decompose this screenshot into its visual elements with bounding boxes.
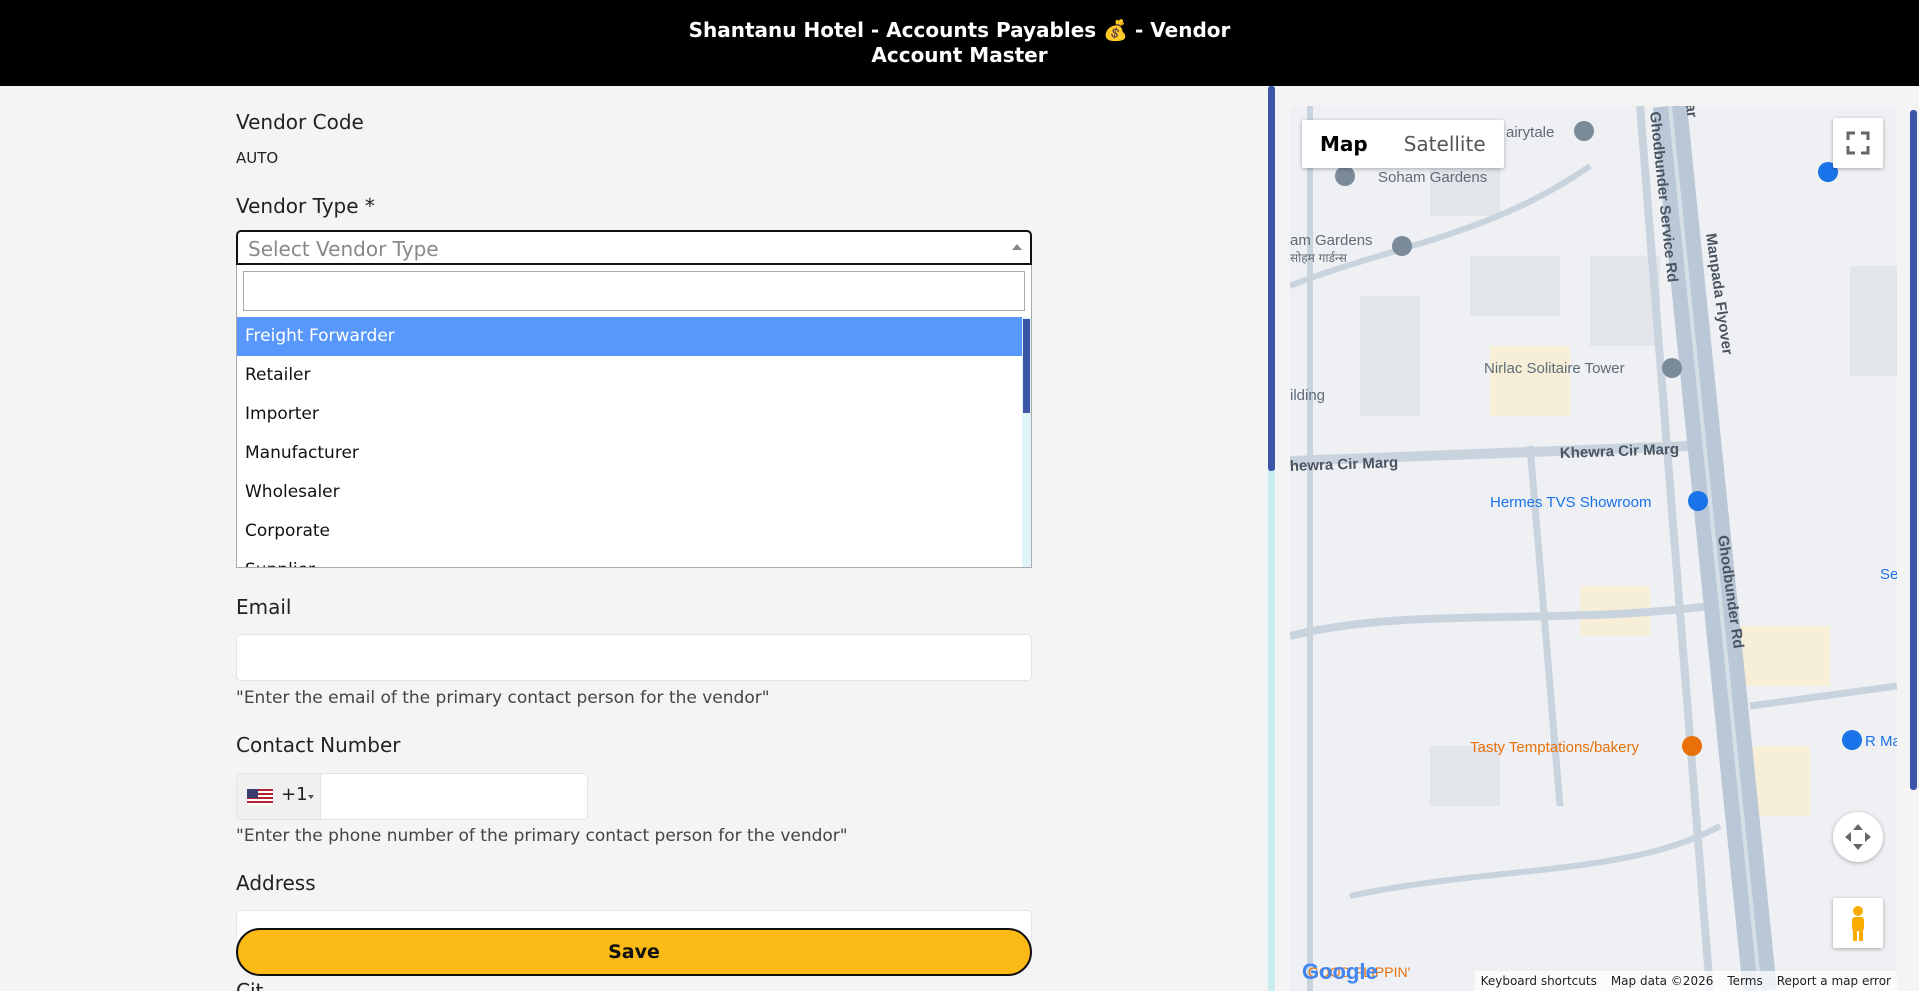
pegman-icon (1852, 906, 1864, 941)
map-road-khewra-cir-marg: Khewra Cir Marg (1560, 441, 1680, 462)
vendor-type-placeholder: Select Vendor Type (248, 237, 439, 261)
option-wholesaler[interactable]: Wholesaler (237, 473, 1023, 512)
option-manufacturer[interactable]: Manufacturer (237, 434, 1023, 473)
dropdown-scrollbar-thumb[interactable] (1023, 319, 1030, 413)
option-importer[interactable]: Importer (237, 395, 1023, 434)
terms-link[interactable]: Terms (1727, 971, 1762, 991)
map-label-hermes-tvs-showroom: Hermes TVS Showroom (1490, 494, 1651, 511)
move-arrows-icon (1845, 824, 1871, 850)
map-road-partial-ar: ar (1682, 106, 1700, 119)
map-data-attribution: Map data ©2026 (1610, 974, 1714, 988)
option-corporate[interactable]: Corporate (237, 512, 1023, 551)
option-supplier[interactable]: Supplier (237, 551, 1023, 567)
map-label-soham-gardens-hindi: सोहम गार्डन्स (1290, 251, 1348, 265)
map-label-nirlac-solitaire-tower: Nirlac Solitaire Tower (1484, 360, 1625, 377)
street-view-pegman-button[interactable] (1833, 898, 1883, 948)
map-tab-map[interactable]: Map (1302, 120, 1386, 168)
contact-number-label: Contact Number (236, 733, 401, 757)
map-canvas[interactable]: Soham Gardens am Gardens सोहम गार्डन्स a… (1290, 106, 1897, 991)
email-hint: "Enter the email of the primary contact … (236, 688, 770, 708)
chevron-up-icon (1012, 244, 1022, 250)
map-view[interactable]: Soham Gardens am Gardens सोहम गार्डन्स a… (1290, 106, 1897, 991)
map-label-am-gardens: am Gardens (1290, 232, 1373, 249)
vendor-type-search-input[interactable] (243, 271, 1025, 311)
vendor-code-label: Vendor Code (236, 110, 364, 134)
email-label: Email (236, 595, 292, 619)
option-freight-forwarder[interactable]: Freight Forwarder (237, 317, 1023, 356)
option-retailer[interactable]: Retailer (237, 356, 1023, 395)
country-code-selector[interactable]: +1 (237, 774, 321, 819)
fullscreen-button[interactable] (1833, 118, 1883, 168)
fullscreen-icon (1846, 131, 1870, 155)
map-label-se: Se (1880, 566, 1897, 583)
map-label-fairytale: airytale (1506, 124, 1554, 141)
map-label-tasty-temptations: Tasty Temptations/bakery (1470, 739, 1639, 756)
camera-control-button[interactable] (1833, 812, 1883, 862)
vendor-type-dropdown: Freight Forwarder Retailer Importer Manu… (236, 265, 1032, 568)
vendor-code-value: AUTO (236, 149, 279, 167)
page-scrollbar-thumb[interactable] (1268, 86, 1275, 471)
map-scrollbar-thumb[interactable] (1910, 110, 1917, 790)
dial-code: +1 (281, 784, 308, 805)
report-map-error-link[interactable]: Report a map error (1777, 971, 1891, 991)
vendor-type-label: Vendor Type * (236, 194, 375, 218)
contact-number-hint: "Enter the phone number of the primary c… (236, 826, 848, 846)
vendor-type-select[interactable]: Select Vendor Type (236, 230, 1032, 265)
vendor-form: Vendor Code AUTO Vendor Type * Select Ve… (0, 86, 1268, 991)
us-flag-icon (247, 789, 273, 805)
app-header: Shantanu Hotel - Accounts Payables 💰 - V… (0, 0, 1919, 86)
map-label-building: ilding (1290, 387, 1325, 404)
map-tab-satellite[interactable]: Satellite (1386, 120, 1504, 168)
save-button[interactable]: Save (236, 928, 1032, 976)
map-label-r-ma: R Ma (1865, 733, 1897, 750)
vendor-type-options: Freight Forwarder Retailer Importer Manu… (237, 317, 1023, 567)
keyboard-shortcuts-link[interactable]: Keyboard shortcuts (1481, 971, 1597, 991)
map-type-toggle: Map Satellite (1302, 120, 1504, 168)
email-field[interactable] (236, 634, 1032, 681)
map-road-khewra-cir-marg-left: hewra Cir Marg (1290, 454, 1398, 475)
page-title: Shantanu Hotel - Accounts Payables 💰 - V… (688, 18, 1231, 67)
contact-number-field[interactable]: +1 (236, 773, 588, 820)
map-footer: Keyboard shortcuts Map data ©2026 Terms … (1474, 971, 1897, 991)
caret-down-icon (308, 795, 314, 799)
google-logo: Google (1302, 959, 1378, 984)
address-label: Address (236, 871, 316, 895)
city-label-partial: Cit (236, 979, 264, 991)
map-label-soham-gardens: Soham Gardens (1378, 169, 1487, 186)
